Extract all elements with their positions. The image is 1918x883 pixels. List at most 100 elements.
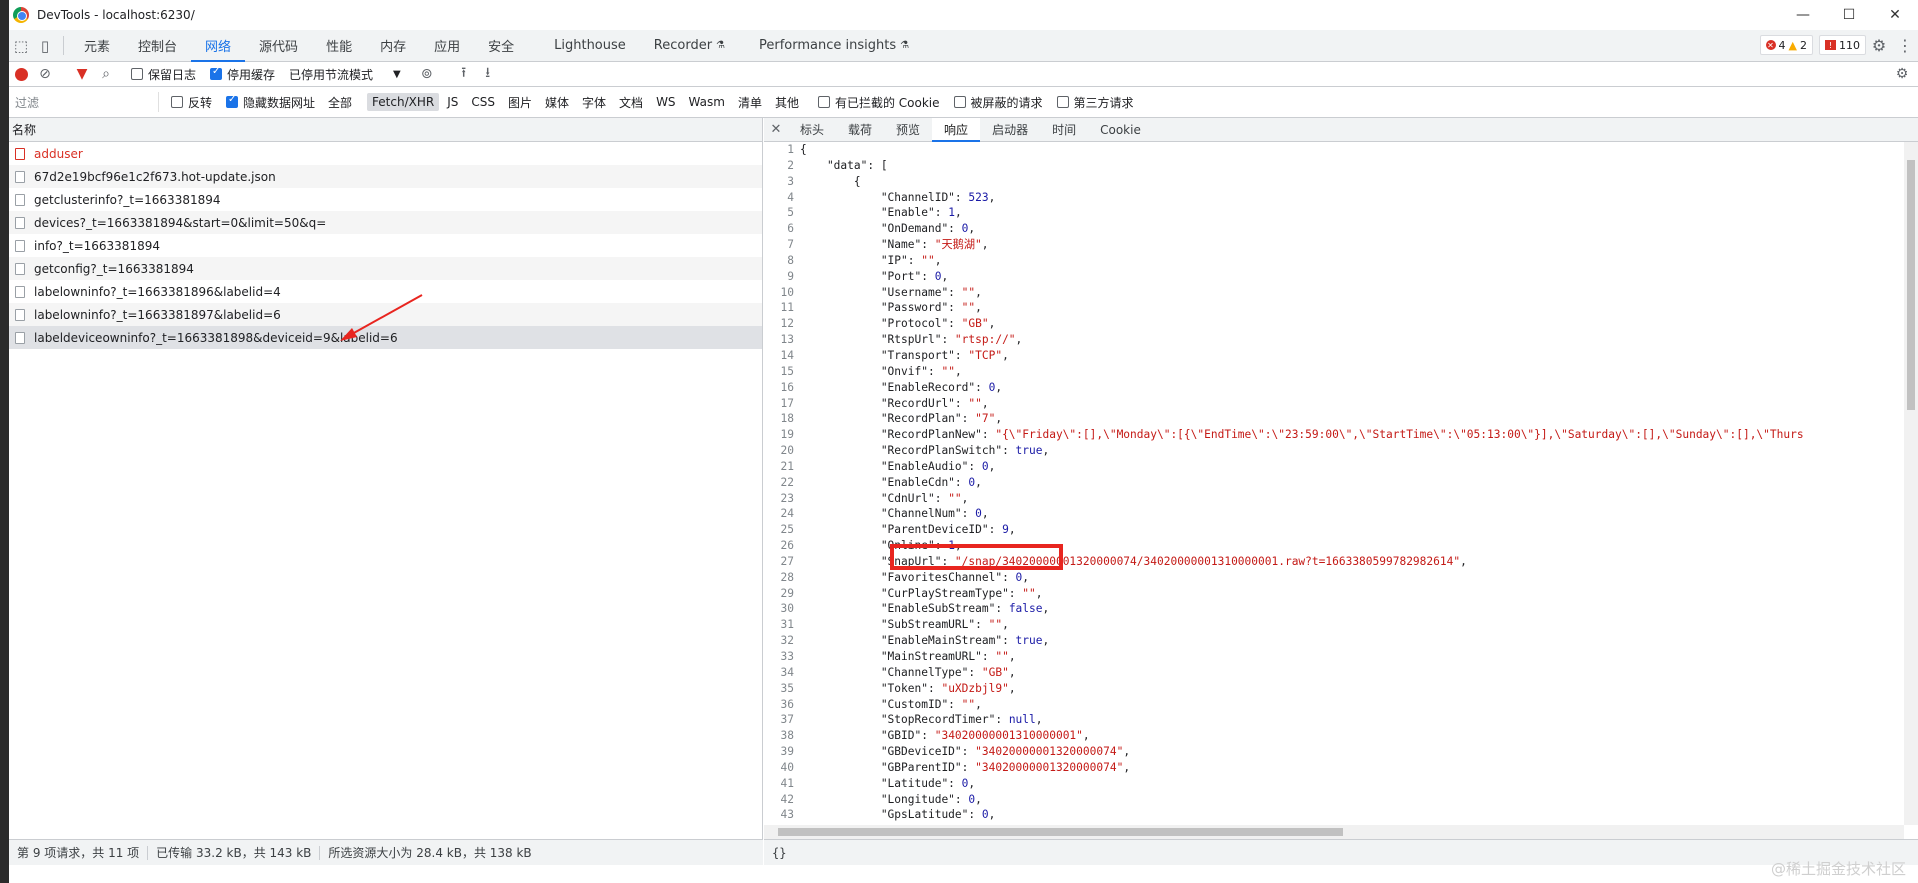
tab-payload[interactable]: 载荷 xyxy=(836,118,884,141)
request-row[interactable]: getclusterinfo?_t=1663381894 xyxy=(9,188,762,211)
transferred-size: 已传输 33.2 kB，共 143 kB xyxy=(156,846,312,860)
hide-data-urls-checkbox[interactable]: 隐藏数据网址 xyxy=(226,94,315,111)
tab-elements[interactable]: 元素 xyxy=(70,30,124,61)
record-icon[interactable] xyxy=(9,62,33,86)
code-text: "ChannelType": "GB", xyxy=(800,665,1016,679)
request-row[interactable]: info?_t=1663381894 xyxy=(9,234,762,257)
tab-lighthouse[interactable]: Lighthouse xyxy=(540,30,640,61)
code-text: "FavoritesChannel": 0, xyxy=(800,570,1030,584)
code-text: "Token": "uXDzbjl9", xyxy=(800,681,1016,695)
tab-sources[interactable]: 源代码 xyxy=(245,30,312,61)
filter-all[interactable]: 全部 xyxy=(323,92,357,113)
more-options-icon[interactable]: ⋮ xyxy=(1892,36,1918,55)
maximize-button[interactable]: ☐ xyxy=(1826,0,1872,30)
line-number: 10 xyxy=(780,285,794,299)
filter-icon[interactable]: ▼ xyxy=(70,62,94,86)
clear-icon[interactable]: ⊘ xyxy=(33,62,57,86)
line-number: 15 xyxy=(780,364,794,378)
disable-cache-checkbox[interactable]: 停用缓存 xyxy=(210,66,275,83)
filter-doc[interactable]: 文档 xyxy=(614,92,648,113)
filter-media[interactable]: 媒体 xyxy=(540,92,574,113)
detail-tabs: ✕ 标头 载荷 预览 响应 启动器 时间 Cookie xyxy=(764,118,1918,142)
line-number: 20 xyxy=(780,444,794,458)
blocked-requests-checkbox[interactable]: 被屏蔽的请求 xyxy=(953,94,1043,111)
tab-response[interactable]: 响应 xyxy=(932,118,981,142)
issues-counter[interactable]: ! 110 xyxy=(1819,35,1866,55)
filter-img[interactable]: 图片 xyxy=(503,92,537,113)
response-body[interactable]: 1{2 "data": [3 {4 "ChannelID": 523, 5 "En… xyxy=(764,142,1904,825)
code-text: "Username": "", xyxy=(800,285,982,299)
pretty-print-button[interactable]: {} xyxy=(764,839,1918,865)
network-toolbar: ⊘ ▼ ⌕ 保留日志 停用缓存 已停用节流模式▼ ⊚ ⭱ ⭳ ⚙ xyxy=(9,62,1918,87)
tab-timing[interactable]: 时间 xyxy=(1040,118,1088,141)
code-line: 38 "GBID": "34020000001310000001", xyxy=(764,728,1904,744)
line-number: 7 xyxy=(787,238,794,252)
filter-manifest[interactable]: 清单 xyxy=(733,92,767,113)
filter-other[interactable]: 其他 xyxy=(770,92,804,113)
preserve-log-checkbox[interactable]: 保留日志 xyxy=(131,66,196,83)
code-line: 24 "ChannelNum": 0, xyxy=(764,506,1904,522)
request-row-selected[interactable]: labeldeviceowninfo?_t=1663381898&devicei… xyxy=(9,326,762,349)
network-settings-gear-icon[interactable]: ⚙ xyxy=(1890,62,1914,86)
close-button[interactable]: ✕ xyxy=(1872,0,1918,30)
invert-checkbox[interactable]: 反转 xyxy=(171,94,212,111)
tab-console[interactable]: 控制台 xyxy=(124,30,191,61)
request-row[interactable]: getconfig?_t=1663381894 xyxy=(9,257,762,280)
minimize-button[interactable]: — xyxy=(1780,0,1826,30)
tab-initiator[interactable]: 启动器 xyxy=(980,118,1040,141)
tab-preview[interactable]: 预览 xyxy=(884,118,932,141)
export-har-icon[interactable]: ⭳ xyxy=(476,62,500,86)
line-number: 25 xyxy=(780,523,794,537)
filter-js[interactable]: JS xyxy=(442,93,463,111)
tab-network[interactable]: 网络 xyxy=(191,30,246,62)
code-text: "RecordPlanNew": "{\"Friday\":[],\"Monda… xyxy=(800,428,1804,442)
line-number: 14 xyxy=(780,348,794,362)
filter-wasm[interactable]: Wasm xyxy=(684,93,730,111)
error-warning-counter[interactable]: ✕ 4 ▲ 2 xyxy=(1759,35,1813,55)
tab-application[interactable]: 应用 xyxy=(420,30,474,61)
code-line: 39 "GBDeviceID": "34020000001320000074", xyxy=(764,744,1904,760)
code-text: "IP": "", xyxy=(800,253,942,267)
device-toolbar-icon[interactable]: ▯ xyxy=(33,30,57,61)
blocked-cookies-checkbox[interactable]: 有已拦截的 Cookie xyxy=(817,94,940,111)
filter-font[interactable]: 字体 xyxy=(577,92,611,113)
request-row-adduser[interactable]: adduser xyxy=(9,142,762,165)
code-text: "EnableMainStream": true, xyxy=(800,634,1050,648)
search-icon[interactable]: ⌕ xyxy=(94,62,118,86)
inspect-element-icon[interactable]: ⬚ xyxy=(9,30,33,61)
filter-input[interactable]: 过滤 xyxy=(12,92,159,112)
tab-cookies[interactable]: Cookie xyxy=(1088,118,1153,141)
code-text: "EnableRecord": 0, xyxy=(800,380,1003,394)
code-text: "CurPlayStreamType": "", xyxy=(800,586,1043,600)
filter-css[interactable]: CSS xyxy=(466,93,500,111)
tab-security[interactable]: 安全 xyxy=(474,30,528,61)
request-row[interactable]: devices?_t=1663381894&start=0&limit=50&q… xyxy=(9,211,762,234)
horizontal-scrollbar[interactable] xyxy=(764,825,1904,839)
close-detail-icon[interactable]: ✕ xyxy=(764,118,788,141)
tab-headers[interactable]: 标头 xyxy=(788,118,836,141)
third-party-checkbox[interactable]: 第三方请求 xyxy=(1056,94,1134,111)
settings-gear-icon[interactable]: ⚙ xyxy=(1866,36,1892,55)
tab-memory[interactable]: 内存 xyxy=(366,30,420,61)
code-line: 19 "RecordPlanNew": "{\"Friday\":[],\"Mo… xyxy=(764,427,1904,443)
line-number: 13 xyxy=(780,333,794,347)
tab-recorder[interactable]: Recorder ⚗ xyxy=(640,30,739,61)
line-number: 41 xyxy=(780,776,794,790)
vertical-scrollbar[interactable] xyxy=(1904,142,1918,825)
filter-ws[interactable]: WS xyxy=(651,93,680,111)
line-number: 40 xyxy=(780,760,794,774)
filter-fetch-xhr[interactable]: Fetch/XHR xyxy=(367,93,440,111)
tab-performance[interactable]: 性能 xyxy=(312,30,366,61)
request-row[interactable]: labelowninfo?_t=1663381896&labelid=4 xyxy=(9,280,762,303)
request-row[interactable]: 67d2e19bcf96e1c2f673.hot-update.json xyxy=(9,165,762,188)
file-icon xyxy=(15,147,25,160)
code-line: 1{ xyxy=(764,142,1904,158)
tab-performance-insights[interactable]: Performance insights ⚗ xyxy=(745,30,923,61)
request-row[interactable]: labelowninfo?_t=1663381897&labelid=6 xyxy=(9,303,762,326)
line-number: 36 xyxy=(780,697,794,711)
name-column-header[interactable]: 名称 xyxy=(9,118,762,142)
throttling-select[interactable]: 已停用节流模式 ▼ xyxy=(289,66,401,83)
network-conditions-icon[interactable]: ⊚ xyxy=(415,62,439,86)
code-text: "RecordPlan": "7", xyxy=(800,412,1003,426)
import-har-icon[interactable]: ⭱ xyxy=(452,62,476,86)
